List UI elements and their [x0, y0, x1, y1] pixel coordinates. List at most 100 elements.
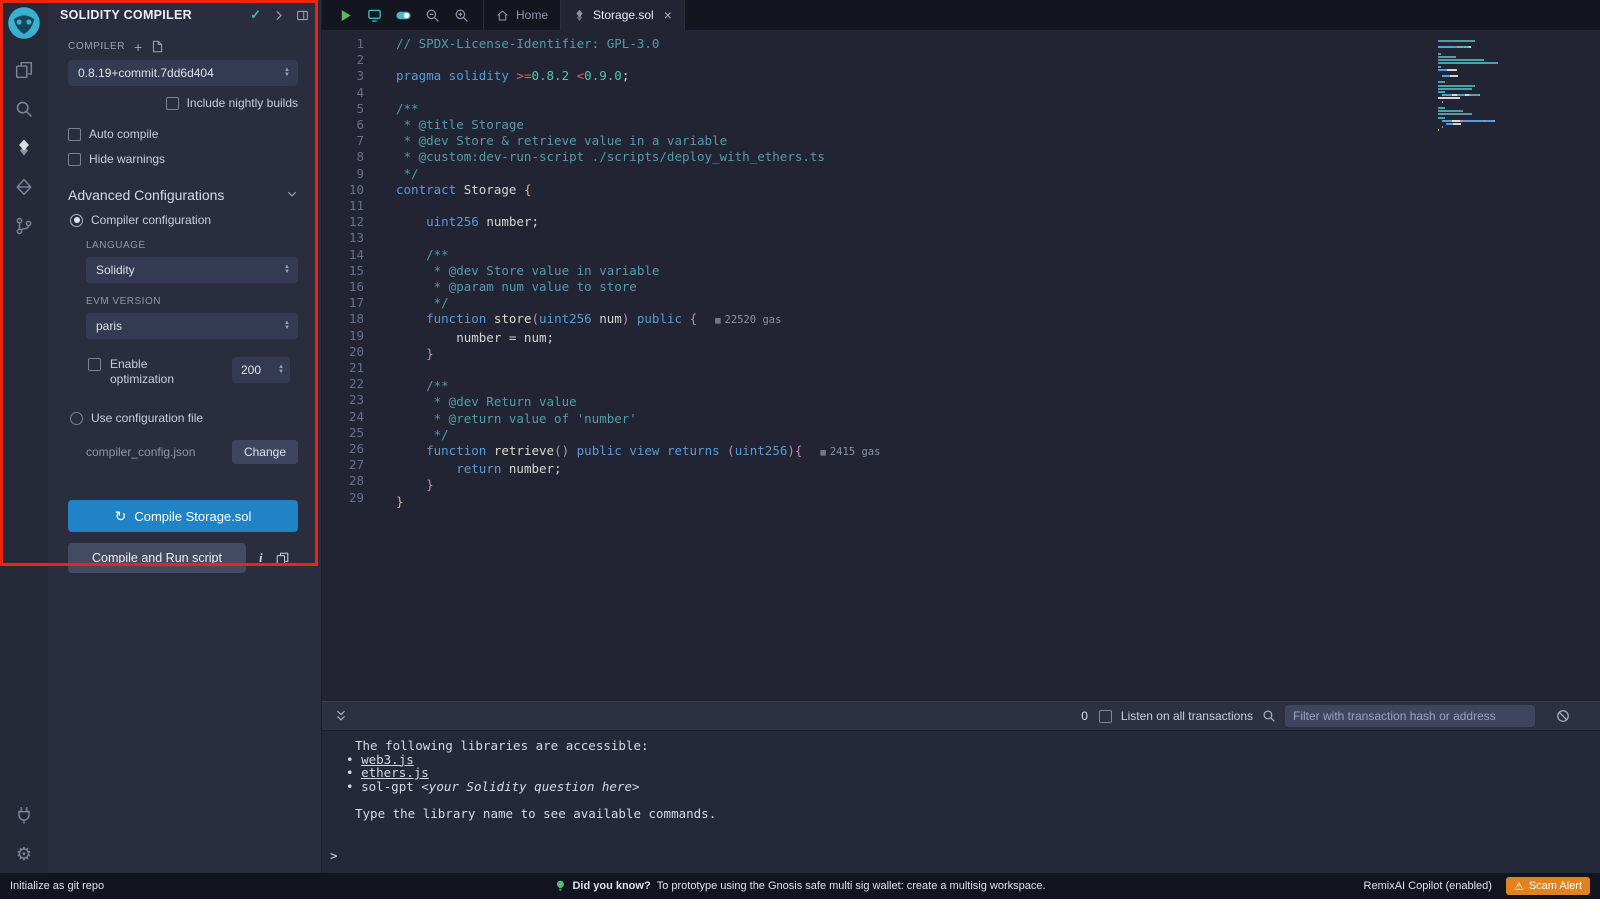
add-custom-compiler-icon[interactable]: +: [134, 41, 142, 53]
enable-optimization-checkbox[interactable]: [88, 358, 101, 371]
auto-compile-checkbox[interactable]: [68, 128, 81, 141]
code-editor[interactable]: 1234567891011121314151617181920212223242…: [322, 30, 1600, 701]
nightly-builds-checkbox[interactable]: [166, 97, 179, 110]
did-you-know-tip: Did you know? To prototype using the Gno…: [554, 880, 1045, 892]
plugin-manager-icon[interactable]: [0, 795, 48, 834]
deploy-and-run-icon[interactable]: [0, 167, 48, 206]
solidity-file-icon: [573, 9, 586, 22]
nightly-builds-row[interactable]: Include nightly builds: [68, 96, 298, 110]
nightly-builds-label: Include nightly builds: [187, 96, 298, 110]
minimap[interactable]: [1438, 40, 1512, 132]
panel-title: SOLIDITY COMPILER: [60, 8, 239, 22]
change-config-button[interactable]: Change: [232, 440, 298, 464]
compiler-configuration-radio[interactable]: [70, 214, 83, 227]
terminal-library-link[interactable]: ethers.js: [361, 765, 429, 780]
enable-optimization-label: Enable optimization: [110, 357, 194, 387]
zoom-out-icon[interactable]: [425, 8, 440, 23]
git-init-button[interactable]: Initialize as git repo: [10, 880, 104, 892]
tab-home-label: Home: [516, 8, 548, 22]
auto-compile-row[interactable]: Auto compile: [68, 127, 298, 141]
info-icon[interactable]: i: [259, 550, 263, 566]
language-select[interactable]: Solidity ▲▼: [86, 257, 298, 283]
listen-transactions-checkbox[interactable]: [1099, 710, 1112, 723]
transaction-filter-input[interactable]: [1285, 705, 1535, 727]
clear-console-icon[interactable]: [1556, 709, 1570, 723]
chevron-right-icon[interactable]: [272, 9, 285, 22]
did-you-know-text: To prototype using the Gnosis safe multi…: [657, 880, 1046, 892]
evm-version-select[interactable]: paris ▲▼: [86, 313, 298, 339]
terminal-output: The following libraries are accessible:•…: [355, 739, 1600, 863]
gas-estimate-icon: ▦: [820, 448, 825, 458]
optimization-row: Enable optimization 200 ▲▼: [88, 357, 298, 387]
did-you-know-icon: [554, 880, 566, 892]
tab-storage-sol[interactable]: Storage.sol ×: [561, 0, 685, 30]
compile-button-label: Compile Storage.sol: [134, 509, 251, 524]
compiler-section-row: COMPILER +: [68, 40, 298, 53]
optimization-runs-value: 200: [241, 363, 261, 377]
compiler-version-select[interactable]: 0.8.19+commit.7dd6d404 ▲▼: [68, 60, 298, 86]
select-arrows-icon: ▲▼: [284, 265, 290, 275]
use-configuration-file-row[interactable]: Use configuration file: [70, 411, 298, 425]
language-label: LANGUAGE: [86, 240, 298, 251]
spinner-arrows-icon[interactable]: ▲▼: [278, 365, 284, 375]
compile-and-run-button[interactable]: Compile and Run script: [68, 543, 246, 573]
compiler-section-label: COMPILER: [68, 41, 125, 52]
solidity-compiler-icon[interactable]: [0, 128, 48, 167]
scam-alert-label: Scam Alert: [1529, 880, 1582, 892]
settings-icon[interactable]: ⚙: [0, 834, 48, 873]
run-script-icon[interactable]: [338, 8, 353, 23]
copilot-toggle-icon[interactable]: [396, 8, 411, 23]
use-configuration-file-label: Use configuration file: [91, 411, 203, 425]
use-configuration-file-radio[interactable]: [70, 412, 83, 425]
file-explorer-icon[interactable]: [0, 50, 48, 89]
compile-button[interactable]: ↻ Compile Storage.sol: [68, 500, 298, 532]
main-row: ⚙ SOLIDITY COMPILER ✓ COMPILER + 0.8.19+…: [0, 0, 1600, 873]
compiler-configuration-label: Compiler configuration: [91, 213, 211, 227]
hide-warnings-row[interactable]: Hide warnings: [68, 152, 298, 166]
select-arrows-icon: ▲▼: [284, 321, 290, 331]
language-value: Solidity: [96, 263, 135, 277]
config-file-row: compiler_config.json Change: [86, 440, 298, 464]
zoom-in-icon[interactable]: [454, 8, 469, 23]
remix-logo-icon[interactable]: [7, 6, 41, 40]
advanced-configurations-header[interactable]: Advanced Configurations: [68, 187, 298, 203]
tab-home[interactable]: Home: [484, 0, 561, 30]
terminal[interactable]: The following libraries are accessible:•…: [322, 731, 1600, 873]
warning-icon: ⚠: [1514, 880, 1524, 893]
gas-estimate-icon: ▦: [715, 316, 720, 326]
solidity-compiler-panel: SOLIDITY COMPILER ✓ COMPILER + 0.8.19+co…: [48, 0, 322, 873]
compile-success-icon: ✓: [250, 7, 261, 23]
config-file-name: compiler_config.json: [86, 445, 195, 459]
activity-bar: ⚙: [0, 0, 48, 873]
remix-ai-icon[interactable]: [367, 8, 382, 23]
compiler-version-value: 0.8.19+commit.7dd6d404: [78, 66, 214, 80]
chevron-down-icon: [286, 187, 298, 203]
listen-transactions-label: Listen on all transactions: [1121, 709, 1253, 723]
pin-panel-icon[interactable]: [296, 9, 309, 22]
transaction-count: 0: [1081, 709, 1088, 723]
search-icon[interactable]: [0, 89, 48, 128]
status-bar: Initialize as git repo Did you know? To …: [0, 873, 1600, 899]
terminal-toolbar: 0 Listen on all transactions: [322, 701, 1600, 731]
toggle-terminal-icon[interactable]: [334, 709, 348, 723]
evm-version-value: paris: [96, 319, 122, 333]
copilot-status[interactable]: RemixAI Copilot (enabled): [1364, 880, 1492, 892]
copy-icon[interactable]: [276, 552, 289, 565]
scam-alert-badge[interactable]: ⚠ Scam Alert: [1506, 877, 1590, 895]
code-lines[interactable]: // SPDX-License-Identifier: GPL-3.0 prag…: [374, 30, 880, 701]
editor-toolbar-icons: [322, 0, 483, 30]
did-you-know-label: Did you know?: [572, 880, 650, 892]
workspace: Home Storage.sol × 123456789101112131415…: [322, 0, 1600, 873]
import-compiler-icon[interactable]: [151, 40, 164, 53]
close-tab-icon[interactable]: ×: [664, 7, 672, 23]
panel-body: COMPILER + 0.8.19+commit.7dd6d404 ▲▼ Inc…: [48, 30, 321, 873]
panel-header: SOLIDITY COMPILER ✓: [48, 0, 321, 30]
auto-compile-label: Auto compile: [89, 127, 158, 141]
optimization-runs-input[interactable]: 200 ▲▼: [232, 357, 290, 383]
compiler-configuration-row[interactable]: Compiler configuration: [70, 213, 298, 227]
evm-version-label: EVM VERSION: [86, 296, 298, 307]
compile-run-row: Compile and Run script i: [68, 543, 298, 573]
bottom-strip: [0, 899, 1600, 916]
git-icon[interactable]: [0, 206, 48, 245]
hide-warnings-checkbox[interactable]: [68, 153, 81, 166]
